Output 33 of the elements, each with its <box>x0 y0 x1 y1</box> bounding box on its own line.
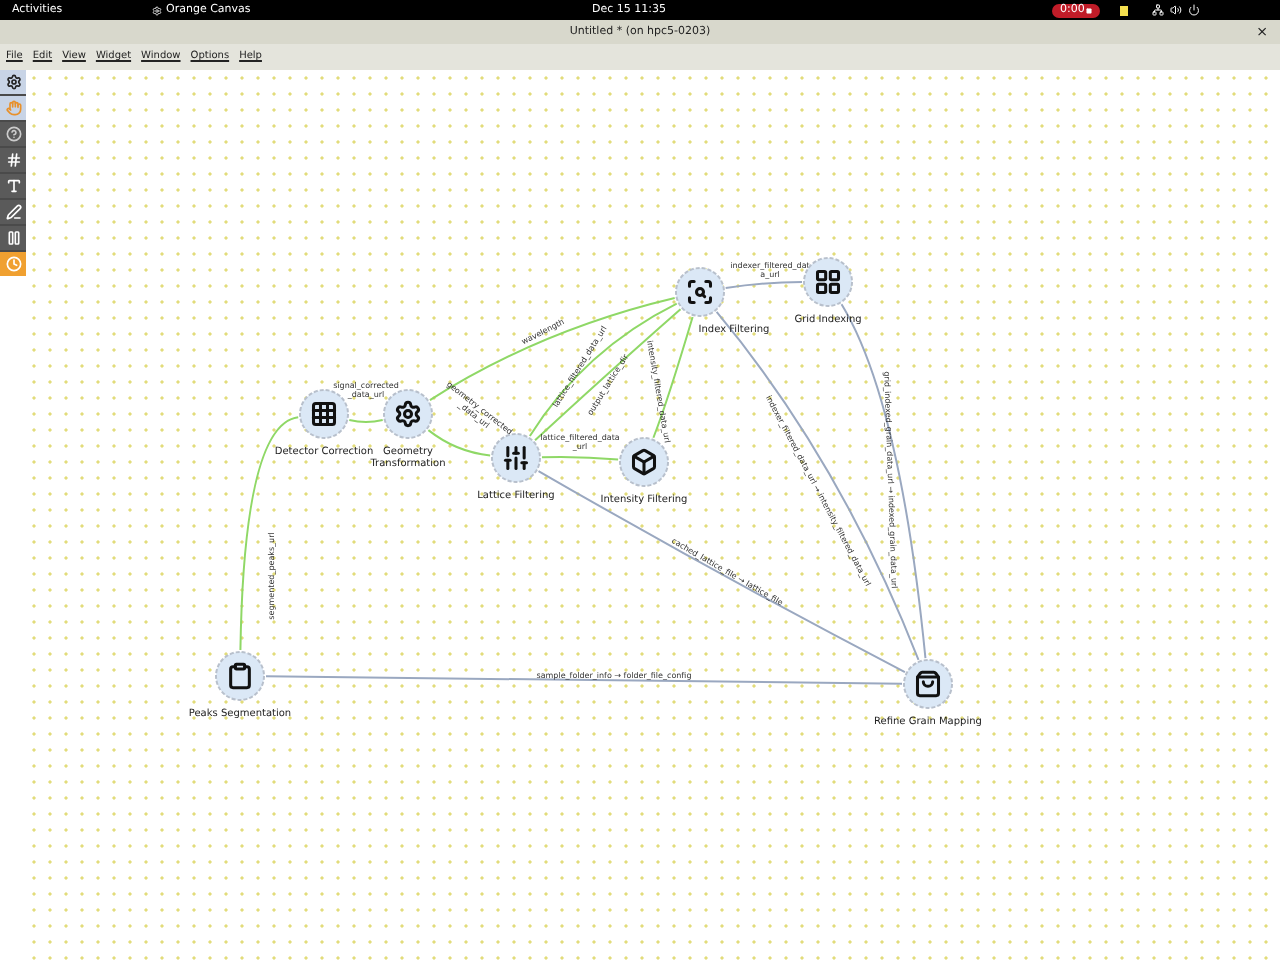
sliders-icon <box>505 447 527 469</box>
link-line[interactable] <box>265 675 903 685</box>
text-tool-icon <box>5 178 21 194</box>
magnifier-icon <box>689 281 711 303</box>
tool-button[interactable] <box>0 200 26 224</box>
clock-icon <box>5 256 21 272</box>
widget-node[interactable] <box>491 433 541 483</box>
help-icon <box>5 126 21 142</box>
tool-button[interactable] <box>0 70 26 94</box>
hash-icon <box>5 152 21 168</box>
widget-node[interactable] <box>215 651 265 701</box>
widget-node[interactable] <box>383 389 433 439</box>
tool-button[interactable] <box>0 174 26 198</box>
widget-node[interactable] <box>903 659 953 709</box>
settings-icon <box>5 74 21 90</box>
pause-icon <box>5 230 21 246</box>
widget-node[interactable] <box>299 389 349 439</box>
volume-icon[interactable] <box>1170 4 1183 16</box>
app-icon <box>152 5 162 15</box>
pen-icon <box>5 204 21 220</box>
hand-icon <box>5 100 21 116</box>
tool-button[interactable] <box>0 148 26 172</box>
network-icon[interactable] <box>1152 4 1165 16</box>
power-icon[interactable] <box>1188 4 1201 16</box>
widget-node[interactable] <box>675 267 725 317</box>
gear-icon <box>397 402 419 426</box>
cube-icon <box>633 450 655 474</box>
tool-button[interactable] <box>0 226 26 250</box>
grid-icon <box>313 403 335 425</box>
bag-icon <box>917 672 939 696</box>
sticky-icon[interactable] <box>1120 5 1129 15</box>
tiles-icon <box>817 271 839 293</box>
clipboard-icon <box>230 664 250 688</box>
